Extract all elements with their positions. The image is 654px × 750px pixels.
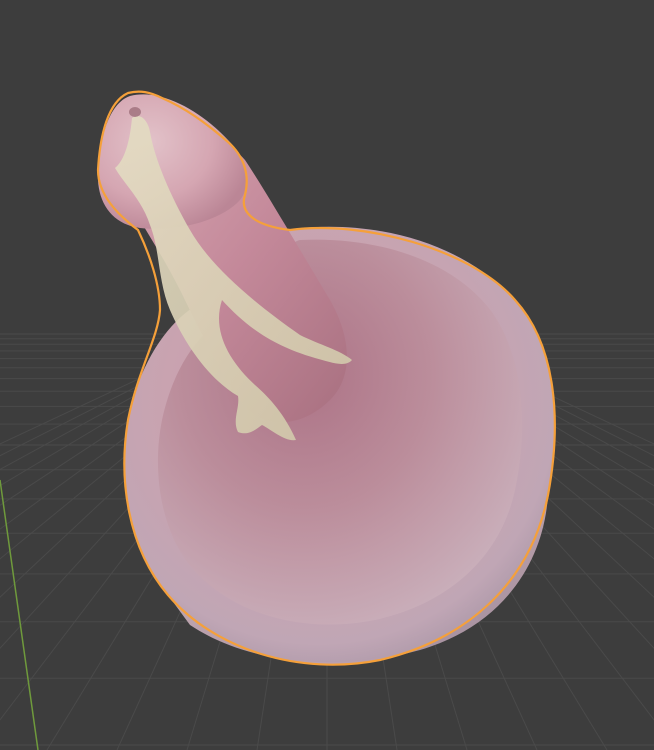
- mesh-tip-hole: [129, 107, 141, 117]
- 3d-viewport[interactable]: [0, 0, 654, 750]
- selected-mesh-object[interactable]: [96, 90, 556, 666]
- y-axis-line: [0, 479, 39, 750]
- viewport-canvas[interactable]: [0, 0, 654, 750]
